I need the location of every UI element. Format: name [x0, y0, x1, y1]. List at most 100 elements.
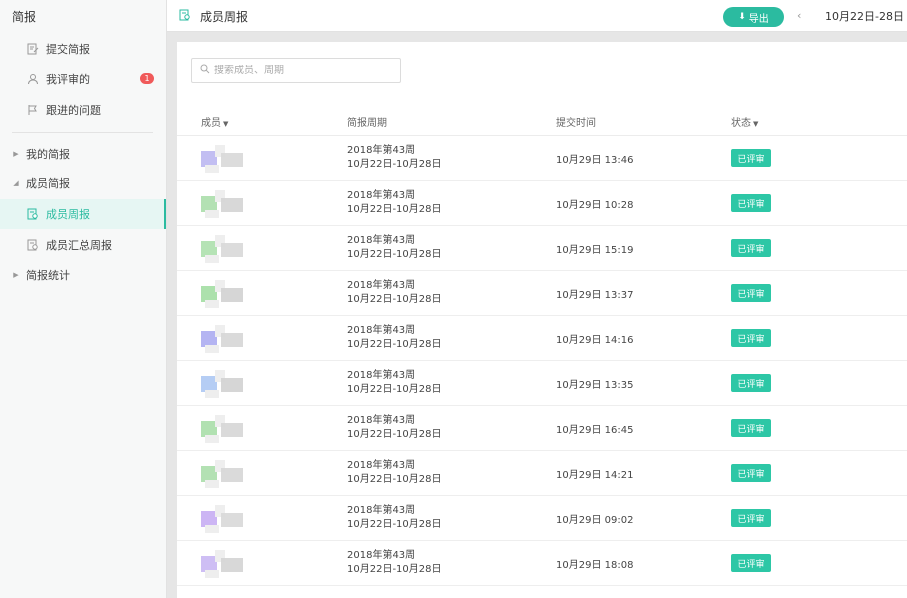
- period-week: 2018年第43周: [347, 550, 416, 561]
- column-label: 成员: [201, 118, 221, 129]
- status-badge: 已评审: [731, 509, 771, 527]
- caret-right-icon: ▶: [13, 150, 19, 158]
- member-avatar-blurred: [201, 550, 253, 578]
- member-avatar-blurred: [201, 505, 253, 533]
- period-week: 2018年第43周: [347, 505, 416, 516]
- table-row[interactable]: 2018年第43周 10月22日-10月28日 10月29日 14:21 已评审: [177, 451, 907, 496]
- sidebar-item-member-summary[interactable]: 成员汇总周报: [0, 232, 166, 258]
- submit-time: 10月29日 14:16: [556, 335, 634, 346]
- sort-down-icon[interactable]: ▼: [223, 120, 228, 128]
- table-row[interactable]: 2018年第43周 10月22日-10月28日 10月29日 14:16 已评审: [177, 316, 907, 361]
- edit-report-icon: [26, 42, 40, 56]
- submit-time: 10月29日 13:35: [556, 380, 634, 391]
- table-row[interactable]: 2018年第43周 10月22日-10月28日 10月29日 15:19 已评审: [177, 226, 907, 271]
- main-content: 成员▼ 简报周期 提交时间 状态▼ 2018年第43周10月22日-10月28日…: [177, 42, 907, 598]
- notification-badge: 1: [140, 73, 154, 84]
- review-icon: [26, 72, 40, 86]
- period-week: 2018年第43周: [347, 415, 416, 426]
- status-badge: 已评审: [731, 464, 771, 482]
- report-period: 2018年第43周 10月22日-10月28日: [347, 549, 442, 577]
- period-dates: 10月22日-10月28日: [347, 249, 442, 260]
- caret-down-icon: ◢: [13, 179, 19, 187]
- sidebar-group-report-stats[interactable]: ▶ 简报统计: [0, 262, 166, 288]
- sidebar-group-my-reports[interactable]: ▶ 我的简报: [0, 141, 166, 167]
- report-period: 2018年第43周 10月22日-10月28日: [347, 234, 442, 262]
- table-header: 成员 ▼ 简报周期 提交时间 状态 ▼: [177, 106, 907, 136]
- search-box[interactable]: [191, 58, 401, 83]
- period-dates: 10月22日-10月28日: [347, 204, 442, 215]
- sidebar-group-label: 简报统计: [26, 269, 70, 282]
- page-title: 成员周报: [200, 10, 249, 24]
- sidebar-item-label: 跟进的问题: [46, 104, 101, 117]
- period-week: 2018年第43周: [347, 235, 416, 246]
- submit-time: 10月29日 16:45: [556, 425, 634, 436]
- status-badge: 已评审: [731, 149, 771, 167]
- report-period: 2018年第43周 10月22日-10月28日: [347, 504, 442, 532]
- table-row[interactable]: 2018年第43周 10月22日-10月28日 10月29日 13:35 已评审: [177, 361, 907, 406]
- column-label: 状态: [731, 118, 751, 129]
- table-row[interactable]: 2018年第43周 10月22日-10月28日 10月29日 13:46 已评审: [177, 136, 907, 181]
- submit-time: 10月29日 09:02: [556, 515, 634, 526]
- member-report-icon: [179, 9, 191, 21]
- period-dates: 10月22日-10月28日: [347, 474, 442, 485]
- period-week: 2018年第43周: [347, 325, 416, 336]
- table-row[interactable]: 2018年第43周 10月22日-10月28日 10月29日 13:37 已评审: [177, 271, 907, 316]
- report-period: 2018年第43周 10月22日-10月28日: [347, 369, 442, 397]
- member-avatar-blurred: [201, 280, 253, 308]
- period-week: 2018年第43周: [347, 280, 416, 291]
- search-input[interactable]: [214, 65, 394, 76]
- sidebar-item-my-reviews[interactable]: 我评审的 1: [0, 66, 166, 92]
- period-dates: 10月22日-10月28日: [347, 564, 442, 575]
- member-avatar-blurred: [201, 370, 253, 398]
- sidebar-divider: [12, 132, 153, 133]
- sidebar: 简报 提交简报 我评审的 1 跟进的问题 ▶ 我的简报 ◢ 成员简报 成员周报: [0, 0, 167, 598]
- sidebar-item-member-weekly[interactable]: 成员周报: [0, 199, 166, 229]
- member-avatar-blurred: [201, 325, 253, 353]
- sidebar-title: 简报: [12, 10, 37, 24]
- sidebar-item-label: 我评审的: [46, 73, 90, 86]
- sidebar-group-member-reports[interactable]: ◢ 成员简报: [0, 170, 166, 196]
- sidebar-item-submit-report[interactable]: 提交简报: [0, 36, 166, 62]
- sidebar-item-label: 成员周报: [46, 208, 90, 221]
- column-member[interactable]: 成员 ▼: [201, 114, 228, 129]
- period-dates: 10月22日-10月28日: [347, 294, 442, 305]
- table-row[interactable]: 2018年第43周 10月22日-10月28日 10月29日 16:45 已评审: [177, 406, 907, 451]
- period-dates: 10月22日-10月28日: [347, 159, 442, 170]
- download-icon: ⬇: [738, 12, 746, 22]
- member-avatar-blurred: [201, 145, 253, 173]
- export-button-label: 导出: [748, 13, 769, 25]
- report-period: 2018年第43周 10月22日-10月28日: [347, 324, 442, 352]
- period-week: 2018年第43周: [347, 145, 416, 156]
- report-period: 2018年第43周 10月22日-10月28日: [347, 414, 442, 442]
- table-row[interactable]: 2018年第43周 10月22日-10月28日 10月29日 10:28 已评审: [177, 181, 907, 226]
- member-avatar-blurred: [201, 235, 253, 263]
- column-status[interactable]: 状态 ▼: [731, 114, 758, 129]
- period-dates: 10月22日-10月28日: [347, 339, 442, 350]
- submit-time: 10月29日 18:08: [556, 560, 634, 571]
- period-week: 2018年第43周: [347, 190, 416, 201]
- sidebar-group-label: 我的简报: [26, 148, 70, 161]
- member-avatar-blurred: [201, 415, 253, 443]
- status-badge: 已评审: [731, 374, 771, 392]
- column-period: 简报周期: [347, 118, 387, 129]
- period-dates: 10月22日-10月28日: [347, 384, 442, 395]
- member-avatar-blurred: [201, 190, 253, 218]
- sidebar-item-followed-issues[interactable]: 跟进的问题: [0, 97, 166, 123]
- table-row[interactable]: 2018年第43周 10月22日-10月28日 10月29日 18:08 已评审: [177, 541, 907, 586]
- status-badge: 已评审: [731, 554, 771, 572]
- submit-time: 10月29日 13:37: [556, 290, 634, 301]
- table-row[interactable]: 2018年第43周 10月22日-10月28日 10月29日 09:02 已评审: [177, 496, 907, 541]
- week-range-label[interactable]: 10月22日-28日: [825, 8, 904, 24]
- export-button[interactable]: ⬇ 导出: [723, 7, 784, 27]
- status-badge: 已评审: [731, 194, 771, 212]
- report-period: 2018年第43周 10月22日-10月28日: [347, 279, 442, 307]
- period-week: 2018年第43周: [347, 460, 416, 471]
- submit-time: 10月29日 14:21: [556, 470, 634, 481]
- period-dates: 10月22日-10月28日: [347, 519, 442, 530]
- caret-right-icon: ▶: [13, 271, 19, 279]
- sort-down-icon[interactable]: ▼: [753, 120, 758, 128]
- member-avatar-blurred: [201, 460, 253, 488]
- search-icon: [200, 64, 210, 77]
- previous-week-icon[interactable]: ‹: [797, 9, 801, 22]
- submit-time: 10月29日 10:28: [556, 200, 634, 211]
